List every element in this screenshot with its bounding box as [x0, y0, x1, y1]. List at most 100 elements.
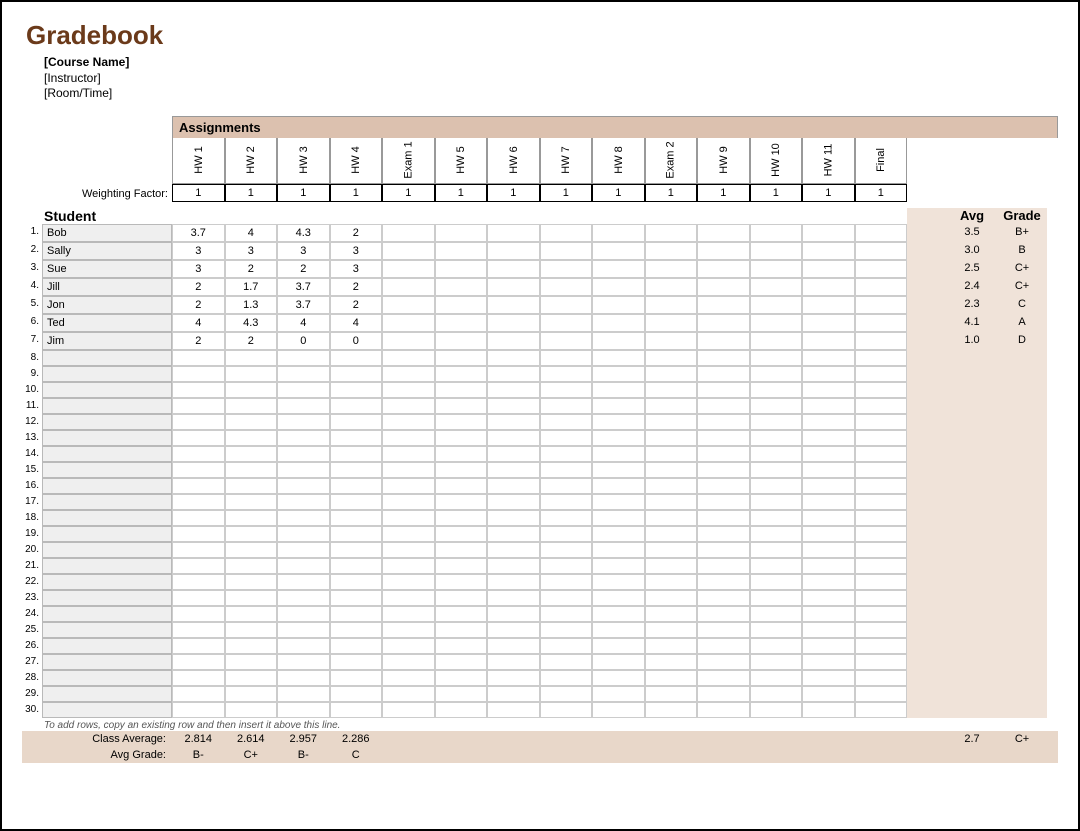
score-cell[interactable]	[435, 278, 488, 296]
score-cell[interactable]	[750, 510, 803, 526]
score-cell[interactable]	[277, 606, 330, 622]
score-cell[interactable]	[645, 478, 698, 494]
score-cell[interactable]	[540, 590, 593, 606]
score-cell[interactable]	[382, 382, 435, 398]
score-cell[interactable]	[382, 398, 435, 414]
score-cell[interactable]	[382, 314, 435, 332]
score-cell[interactable]	[540, 462, 593, 478]
score-cell[interactable]	[172, 510, 225, 526]
score-cell[interactable]	[855, 702, 908, 718]
score-cell[interactable]	[855, 430, 908, 446]
student-name-cell[interactable]: Jill	[42, 278, 172, 296]
student-name-cell[interactable]	[42, 350, 172, 366]
student-name-cell[interactable]	[42, 366, 172, 382]
student-name-cell[interactable]	[42, 494, 172, 510]
score-cell[interactable]	[645, 670, 698, 686]
score-cell[interactable]	[487, 542, 540, 558]
score-cell[interactable]	[435, 510, 488, 526]
score-cell[interactable]	[697, 242, 750, 260]
score-cell[interactable]	[645, 382, 698, 398]
score-cell[interactable]	[487, 510, 540, 526]
score-cell[interactable]: 2	[225, 260, 278, 278]
score-cell[interactable]	[855, 350, 908, 366]
score-cell[interactable]	[697, 314, 750, 332]
score-cell[interactable]	[855, 494, 908, 510]
score-cell[interactable]	[855, 224, 908, 242]
score-cell[interactable]	[592, 558, 645, 574]
score-cell[interactable]	[750, 654, 803, 670]
score-cell[interactable]	[172, 526, 225, 542]
score-cell[interactable]: 3	[172, 260, 225, 278]
score-cell[interactable]	[225, 558, 278, 574]
weight-cell[interactable]: 1	[697, 184, 750, 202]
score-cell[interactable]	[277, 494, 330, 510]
score-cell[interactable]	[540, 446, 593, 462]
score-cell[interactable]	[750, 296, 803, 314]
score-cell[interactable]	[802, 542, 855, 558]
score-cell[interactable]	[435, 526, 488, 542]
student-name-cell[interactable]	[42, 702, 172, 718]
score-cell[interactable]	[225, 654, 278, 670]
score-cell[interactable]	[592, 542, 645, 558]
score-cell[interactable]	[592, 382, 645, 398]
score-cell[interactable]	[855, 260, 908, 278]
score-cell[interactable]	[330, 462, 383, 478]
score-cell[interactable]	[435, 702, 488, 718]
score-cell[interactable]	[750, 638, 803, 654]
score-cell[interactable]	[487, 332, 540, 350]
score-cell[interactable]	[592, 702, 645, 718]
student-name-cell[interactable]	[42, 414, 172, 430]
score-cell[interactable]	[750, 622, 803, 638]
score-cell[interactable]	[172, 414, 225, 430]
score-cell[interactable]	[487, 622, 540, 638]
score-cell[interactable]	[540, 494, 593, 510]
weight-cell[interactable]: 1	[330, 184, 383, 202]
score-cell[interactable]	[592, 670, 645, 686]
score-cell[interactable]	[645, 622, 698, 638]
score-cell[interactable]	[750, 462, 803, 478]
score-cell[interactable]	[592, 314, 645, 332]
score-cell[interactable]	[172, 462, 225, 478]
score-cell[interactable]	[382, 606, 435, 622]
score-cell[interactable]	[592, 638, 645, 654]
score-cell[interactable]	[435, 242, 488, 260]
score-cell[interactable]	[540, 542, 593, 558]
score-cell[interactable]	[172, 686, 225, 702]
weight-cell[interactable]: 1	[382, 184, 435, 202]
score-cell[interactable]	[855, 510, 908, 526]
score-cell[interactable]	[487, 606, 540, 622]
student-name-cell[interactable]: Jon	[42, 296, 172, 314]
score-cell[interactable]	[225, 574, 278, 590]
score-cell[interactable]	[592, 686, 645, 702]
score-cell[interactable]	[435, 574, 488, 590]
score-cell[interactable]	[435, 382, 488, 398]
score-cell[interactable]: 4	[172, 314, 225, 332]
weight-cell[interactable]: 1	[435, 184, 488, 202]
score-cell[interactable]	[750, 414, 803, 430]
score-cell[interactable]	[277, 382, 330, 398]
score-cell[interactable]	[802, 510, 855, 526]
score-cell[interactable]	[172, 574, 225, 590]
score-cell[interactable]	[645, 574, 698, 590]
score-cell[interactable]	[330, 494, 383, 510]
student-name-cell[interactable]	[42, 654, 172, 670]
score-cell[interactable]	[592, 224, 645, 242]
score-cell[interactable]	[592, 590, 645, 606]
student-name-cell[interactable]: Jim	[42, 332, 172, 350]
score-cell[interactable]	[487, 278, 540, 296]
score-cell[interactable]	[225, 670, 278, 686]
score-cell[interactable]	[540, 478, 593, 494]
score-cell[interactable]	[592, 430, 645, 446]
student-name-cell[interactable]	[42, 526, 172, 542]
score-cell[interactable]	[855, 654, 908, 670]
score-cell[interactable]	[697, 462, 750, 478]
score-cell[interactable]	[855, 382, 908, 398]
score-cell[interactable]	[592, 296, 645, 314]
score-cell[interactable]	[540, 366, 593, 382]
score-cell[interactable]	[697, 414, 750, 430]
score-cell[interactable]	[855, 398, 908, 414]
score-cell[interactable]	[435, 654, 488, 670]
score-cell[interactable]	[645, 494, 698, 510]
score-cell[interactable]	[697, 278, 750, 296]
score-cell[interactable]	[697, 350, 750, 366]
